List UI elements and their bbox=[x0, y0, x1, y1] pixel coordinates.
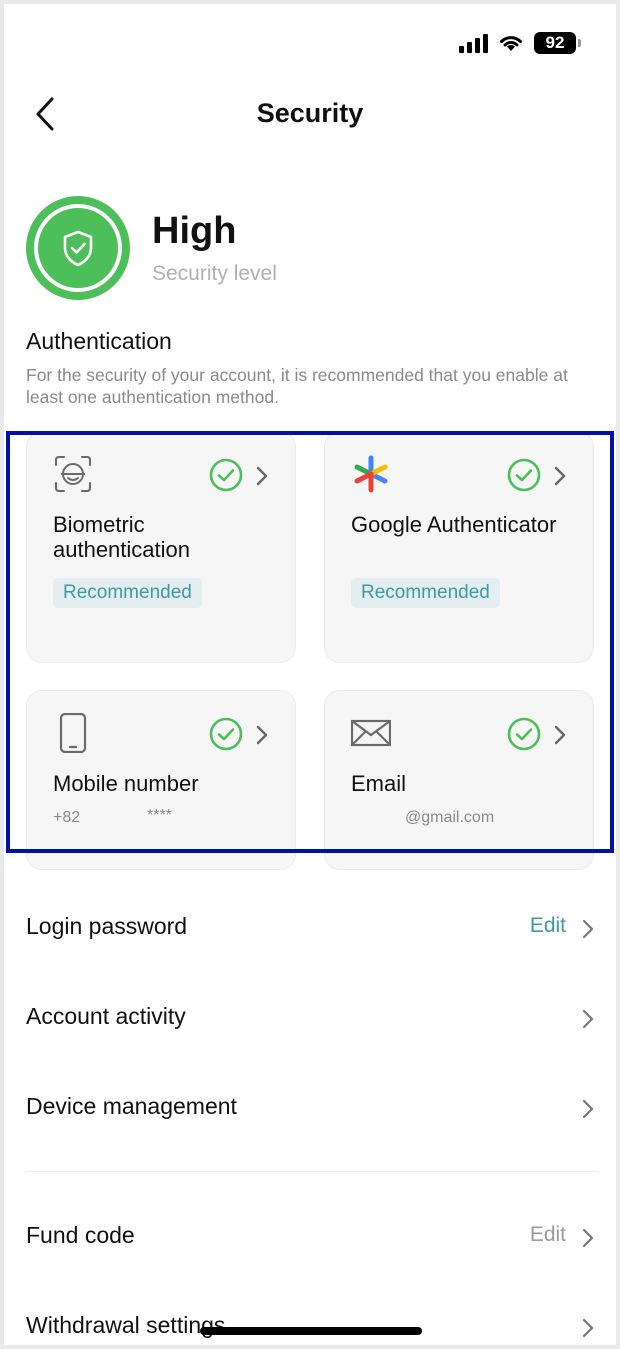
google-authenticator-card[interactable]: Google Authenticator Recommended bbox=[324, 431, 594, 663]
battery-indicator: 92 bbox=[534, 32, 581, 54]
method-name: Email bbox=[351, 771, 407, 796]
login-password-row[interactable]: Login password Edit bbox=[4, 899, 616, 959]
envelope-icon bbox=[351, 719, 391, 747]
row-label: Device management bbox=[26, 1093, 237, 1119]
row-label: Withdrawal settings bbox=[26, 1312, 226, 1338]
edit-link[interactable]: Edit bbox=[530, 1223, 566, 1247]
method-name: Biometric authentication bbox=[53, 512, 190, 562]
page-title: Security bbox=[256, 98, 364, 128]
device-management-row[interactable]: Device management bbox=[4, 1079, 616, 1139]
authentication-heading: Authentication bbox=[26, 328, 172, 354]
chevron-right-icon bbox=[256, 725, 268, 745]
security-level-label: Security level bbox=[152, 262, 277, 285]
row-label: Login password bbox=[26, 913, 188, 939]
method-name: Mobile number bbox=[53, 771, 199, 796]
signal-icon bbox=[459, 33, 488, 53]
withdrawal-settings-row[interactable]: Withdrawal settings bbox=[4, 1298, 616, 1345]
nav-bar: Security bbox=[4, 84, 616, 144]
section-divider bbox=[26, 1171, 598, 1172]
email-address: @gmail.com bbox=[405, 809, 495, 826]
google-authenticator-icon bbox=[354, 455, 388, 493]
row-label: Account activity bbox=[26, 1003, 186, 1029]
edit-link[interactable]: Edit bbox=[530, 914, 566, 938]
security-level-badge bbox=[26, 196, 130, 300]
chevron-right-icon bbox=[554, 466, 566, 486]
mobile-number-card[interactable]: Mobile number +82 **** bbox=[26, 690, 296, 870]
chevron-right-icon bbox=[554, 725, 566, 745]
check-circle-icon bbox=[507, 717, 541, 751]
recommended-badge: Recommended bbox=[351, 578, 500, 608]
check-circle-icon bbox=[209, 458, 243, 492]
recommended-badge: Recommended bbox=[53, 578, 202, 608]
row-label: Fund code bbox=[26, 1222, 135, 1248]
method-name: Google Authenticator bbox=[351, 512, 557, 537]
home-indicator[interactable] bbox=[200, 1327, 422, 1335]
chevron-right-icon bbox=[582, 919, 594, 939]
authentication-description: For the security of your account, it is … bbox=[26, 365, 568, 407]
security-screen: 92 Security High Security level Authenti… bbox=[4, 4, 616, 1345]
mobile-phone-icon bbox=[59, 713, 87, 753]
email-card[interactable]: Email @gmail.com bbox=[324, 690, 594, 870]
security-level-value: High bbox=[152, 210, 237, 252]
check-circle-icon bbox=[209, 717, 243, 751]
mobile-number-masked: **** bbox=[147, 807, 172, 824]
chevron-right-icon bbox=[256, 466, 268, 486]
mobile-number-prefix: +82 bbox=[53, 809, 81, 826]
shield-check-icon bbox=[63, 230, 93, 267]
status-bar: 92 bbox=[459, 32, 581, 54]
chevron-right-icon bbox=[582, 1228, 594, 1248]
wifi-icon bbox=[500, 36, 522, 51]
account-activity-row[interactable]: Account activity bbox=[4, 989, 616, 1049]
biometric-authentication-card[interactable]: Biometric authentication Recommended bbox=[26, 431, 296, 663]
fund-code-row[interactable]: Fund code Edit bbox=[4, 1208, 616, 1268]
chevron-right-icon bbox=[582, 1318, 594, 1338]
check-circle-icon bbox=[507, 458, 541, 492]
chevron-right-icon bbox=[582, 1009, 594, 1029]
chevron-right-icon bbox=[582, 1099, 594, 1119]
face-scan-icon bbox=[55, 456, 91, 492]
